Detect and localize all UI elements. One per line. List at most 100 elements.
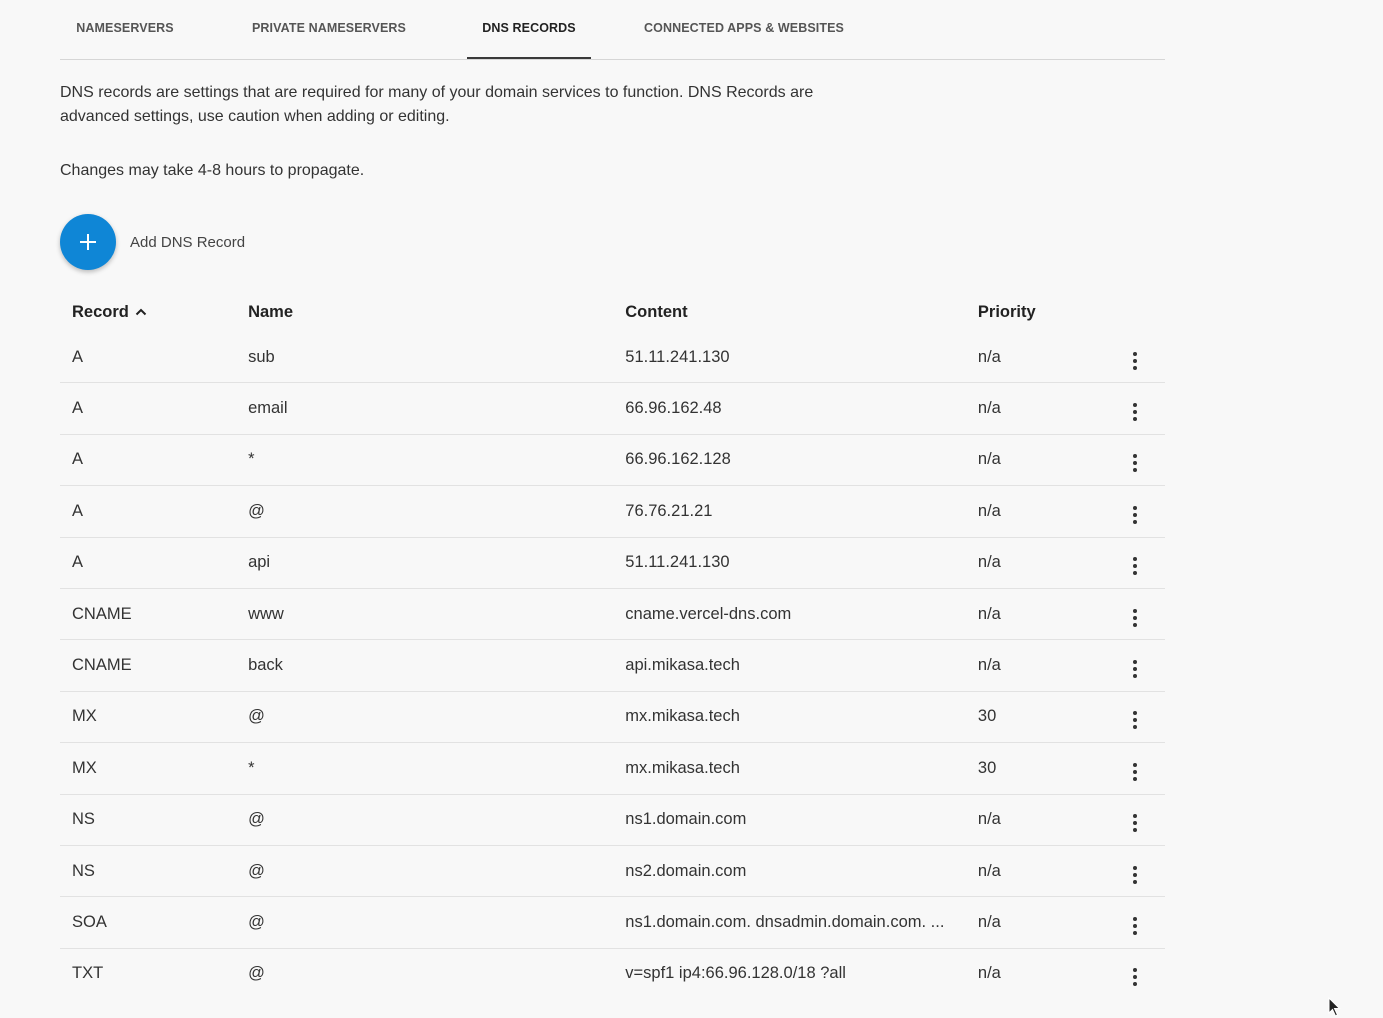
priority-cell: n/a (977, 896, 1106, 949)
kebab-dot (1133, 351, 1138, 356)
kebab-dot (1133, 814, 1138, 819)
column-header-record[interactable]: Record (60, 292, 248, 332)
kebab-dot (1133, 776, 1138, 781)
name-cell: back (248, 639, 626, 692)
more-vertical-icon[interactable] (1125, 400, 1145, 424)
content-cell: ns1.domain.com. dnsadmin.domain.com. ... (625, 896, 978, 949)
dns-page: NAMESERVERS PRIVATE NAMESERVERS DNS RECO… (60, 0, 1165, 999)
tab-dns-records[interactable]: DNS RECORDS (467, 0, 591, 59)
column-header-content[interactable]: Content (625, 292, 978, 332)
name-cell: sub (248, 332, 626, 384)
more-vertical-icon[interactable] (1125, 708, 1145, 732)
more-vertical-icon[interactable] (1125, 811, 1145, 835)
record-cell: CNAME (60, 639, 249, 692)
kebab-dot (1133, 725, 1138, 730)
propagation-notice: Changes may take 4-8 hours to propagate. (60, 162, 365, 179)
more-vertical-icon[interactable] (1125, 554, 1145, 578)
column-header-name[interactable]: Name (248, 292, 625, 332)
more-vertical-icon[interactable] (1125, 914, 1145, 938)
kebab-dot (1133, 762, 1138, 767)
name-cell: @ (248, 845, 626, 898)
more-vertical-icon[interactable] (1125, 657, 1145, 681)
kebab-dot (1133, 608, 1138, 613)
priority-cell: n/a (977, 588, 1106, 641)
kebab-dot (1133, 718, 1138, 723)
kebab-dot (1133, 365, 1138, 370)
name-cell: * (248, 742, 626, 795)
kebab-dot (1133, 454, 1138, 459)
plus-icon (80, 234, 96, 250)
record-cell: MX (60, 691, 249, 744)
content-cell: 66.96.162.128 (625, 434, 978, 487)
table-row: Aemail 66.96.162.48 n/a (60, 382, 1165, 435)
record-cell: A (60, 537, 249, 589)
name-cell: www (248, 588, 626, 641)
priority-cell: 30 (977, 691, 1106, 744)
more-vertical-icon[interactable] (1125, 349, 1145, 373)
kebab-dot (1133, 968, 1138, 973)
kebab-dot (1133, 916, 1138, 921)
row-actions-cell (1106, 948, 1165, 999)
kebab-dot (1133, 519, 1138, 524)
table-row: CNAME www cname.vercel-dns.com n/a (60, 588, 1165, 641)
tab-private-nameservers[interactable]: PRIVATE NAMESERVERS (239, 0, 419, 59)
more-vertical-icon[interactable] (1125, 760, 1145, 784)
content-cell: mx.mikasa.tech (625, 742, 978, 795)
priority-cell: n/a (977, 794, 1106, 846)
content-cell: 51.11.241.130 (625, 537, 978, 589)
record-cell: NS (60, 845, 249, 898)
content-cell: 66.96.162.48 (625, 382, 978, 435)
priority-cell: n/a (977, 537, 1106, 589)
row-actions-cell (1105, 639, 1165, 692)
kebab-dot (1133, 622, 1138, 627)
content-cell: 51.11.241.130 (625, 332, 978, 384)
more-vertical-icon[interactable] (1125, 965, 1145, 989)
record-cell: TXT (72, 964, 104, 983)
row-actions-cell (1105, 382, 1165, 435)
priority-cell: n/a (977, 382, 1106, 435)
table-row: MX @ mx.mikasa.tech 30 (60, 691, 1165, 744)
record-cell: MX (60, 742, 249, 795)
kebab-dot (1133, 930, 1138, 935)
row-actions-cell (1105, 434, 1165, 487)
kebab-dot (1133, 821, 1138, 826)
add-dns-record-button[interactable] (60, 214, 116, 270)
add-dns-record-label[interactable]: Add DNS Record (130, 234, 245, 251)
priority-cell: n/a (977, 434, 1106, 487)
table-body: Asub 51.11.241.130 n/a Aemail 66.96.162.48 n/… (60, 332, 1165, 999)
table-header-row: Record Name Content Priority (60, 292, 1165, 332)
column-header-priority[interactable]: Priority (978, 292, 1106, 332)
more-vertical-icon[interactable] (1125, 451, 1145, 475)
add-record-row: Add DNS Record (60, 214, 1165, 270)
name-cell: email (248, 382, 626, 435)
kebab-dot (1133, 410, 1138, 415)
more-vertical-icon[interactable] (1125, 863, 1145, 887)
record-cell: A (60, 434, 249, 487)
row-actions-cell (1105, 742, 1165, 795)
kebab-dot (1133, 564, 1138, 569)
tab-nameservers[interactable]: NAMESERVERS (60, 0, 190, 59)
content-cell: v=spf1 ip4:66.96.128.0/18 ?all (625, 964, 846, 983)
kebab-dot (1133, 879, 1138, 884)
kebab-dot (1133, 982, 1138, 987)
tab-connected-apps[interactable]: CONNECTED APPS & WEBSITES (634, 0, 854, 59)
row-actions-cell (1105, 794, 1165, 846)
row-actions-cell (1105, 485, 1165, 538)
row-actions-cell (1105, 691, 1165, 744)
content-cell: 76.76.21.21 (625, 485, 978, 538)
kebab-dot (1133, 872, 1138, 877)
kebab-dot (1133, 571, 1138, 576)
name-cell: @ (248, 964, 265, 983)
more-vertical-icon[interactable] (1125, 606, 1145, 630)
kebab-dot (1133, 923, 1138, 928)
row-actions-cell (1105, 537, 1165, 589)
table-row: Asub 51.11.241.130 n/a (60, 332, 1165, 384)
table-row: A @76.76.21.21 n/a (60, 485, 1165, 538)
more-vertical-icon[interactable] (1125, 503, 1145, 527)
kebab-dot (1133, 557, 1138, 562)
record-cell: A (60, 485, 249, 538)
name-cell: api (248, 537, 626, 589)
kebab-dot (1133, 403, 1138, 408)
name-cell: @ (248, 691, 626, 744)
content-cell: mx.mikasa.tech (625, 691, 978, 744)
